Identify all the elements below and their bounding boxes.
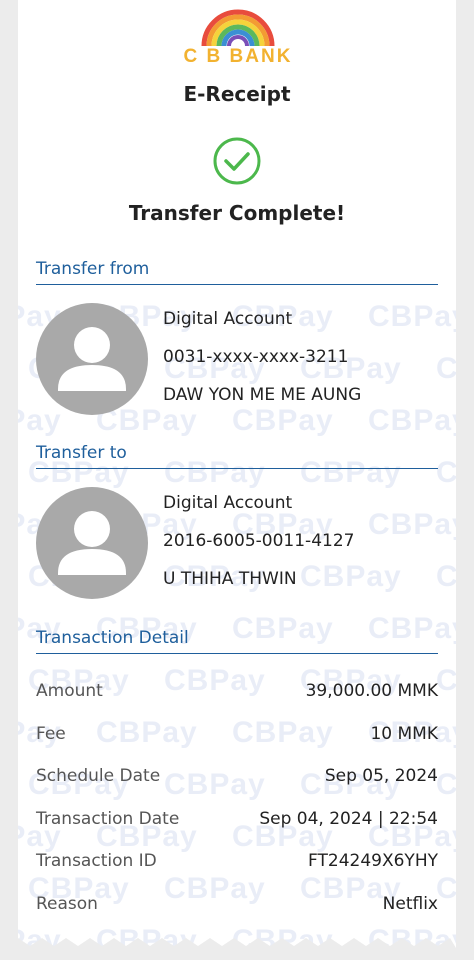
fee-value: 10 MMK (370, 724, 438, 744)
bank-logo: C B BANK (178, 8, 298, 67)
transaction-id-value: FT24249X6YHY (308, 851, 438, 871)
receipt-paper: CBPayCBPayCBPayCBPayCBPayCBPayCBPayCBPay… (18, 0, 456, 948)
receiver-avatar-icon (36, 487, 148, 599)
schedule-date-value: Sep 05, 2024 (324, 766, 438, 786)
fee-label: Fee (36, 724, 66, 744)
receiver-account-type: Digital Account (163, 493, 293, 513)
bank-name: C B BANK (183, 46, 293, 67)
receipt-title: E-Receipt (183, 82, 291, 106)
transaction-id-label: Transaction ID (36, 851, 157, 871)
sender-account-number: 0031-xxxx-xxxx-3211 (163, 347, 349, 367)
schedule-date-label: Schedule Date (36, 766, 161, 786)
transfer-to-heading: Transfer to (36, 443, 438, 469)
receiver-name: U THIHA THWIN (163, 569, 297, 589)
status-message: Transfer Complete! (128, 201, 346, 225)
transaction-date-label: Transaction Date (36, 809, 180, 829)
sender-avatar-icon (36, 303, 148, 415)
reason-label: Reason (36, 894, 98, 914)
reason-value: Netflix (382, 894, 438, 914)
sender-account-type: Digital Account (163, 309, 293, 329)
receiver-account-number: 2016-6005-0011-4127 (163, 531, 355, 551)
transaction-date-value: Sep 04, 2024 | 22:54 (259, 809, 438, 829)
transfer-from-heading: Transfer from (36, 259, 438, 285)
check-circle-icon (213, 137, 261, 185)
transaction-detail-heading: Transaction Detail (36, 628, 438, 654)
amount-value: 39,000.00 MMK (305, 681, 438, 701)
amount-label: Amount (36, 681, 103, 701)
rainbow-icon (201, 9, 275, 47)
sender-name: DAW YON ME ME AUNG (163, 385, 362, 405)
receipt-torn-edge (18, 938, 456, 948)
